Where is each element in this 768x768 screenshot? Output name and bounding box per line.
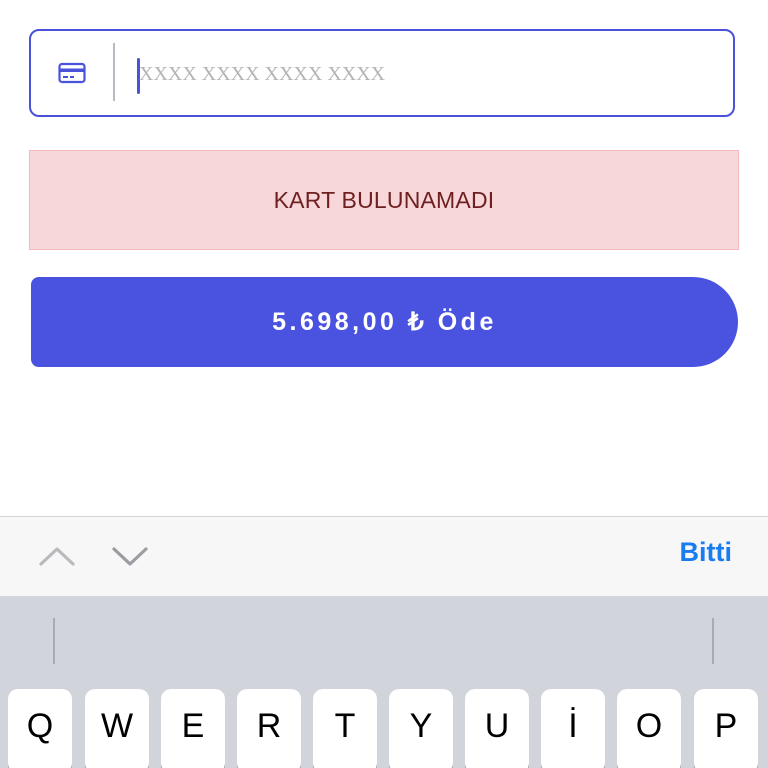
card-number-input[interactable] — [139, 49, 719, 99]
key-e[interactable]: E — [161, 689, 225, 768]
error-message: KART BULUNAMADI — [273, 186, 495, 213]
chevron-down-icon[interactable] — [110, 541, 150, 571]
chevron-up-icon[interactable] — [37, 541, 77, 571]
error-banner: KART BULUNAMADI — [29, 150, 739, 250]
credit-card-icon — [58, 62, 86, 84]
suggestion-separator — [712, 618, 714, 664]
input-divider — [113, 43, 115, 101]
key-i-dotted[interactable]: İ — [541, 689, 605, 768]
key-p[interactable]: P — [694, 689, 758, 768]
key-w[interactable]: W — [85, 689, 149, 768]
pay-button-label: 5.698,00 ₺ Öde — [272, 308, 497, 336]
key-o[interactable]: O — [617, 689, 681, 768]
key-t[interactable]: T — [313, 689, 377, 768]
key-q[interactable]: Q — [8, 689, 72, 768]
key-y[interactable]: Y — [389, 689, 453, 768]
key-r[interactable]: R — [237, 689, 301, 768]
keyboard-row-1: Q W E R T Y U İ O P — [0, 689, 768, 768]
suggestion-separator — [53, 618, 55, 664]
payment-screen: KART BULUNAMADI 5.698,00 ₺ Öde Bitti Q W… — [0, 0, 768, 768]
keyboard-accessory-bar: Bitti — [0, 516, 768, 596]
keyboard: Q W E R T Y U İ O P — [0, 596, 768, 768]
pay-button[interactable]: 5.698,00 ₺ Öde — [31, 277, 738, 367]
card-number-field-container[interactable] — [29, 29, 735, 117]
done-button[interactable]: Bitti — [680, 537, 732, 568]
key-u[interactable]: U — [465, 689, 529, 768]
